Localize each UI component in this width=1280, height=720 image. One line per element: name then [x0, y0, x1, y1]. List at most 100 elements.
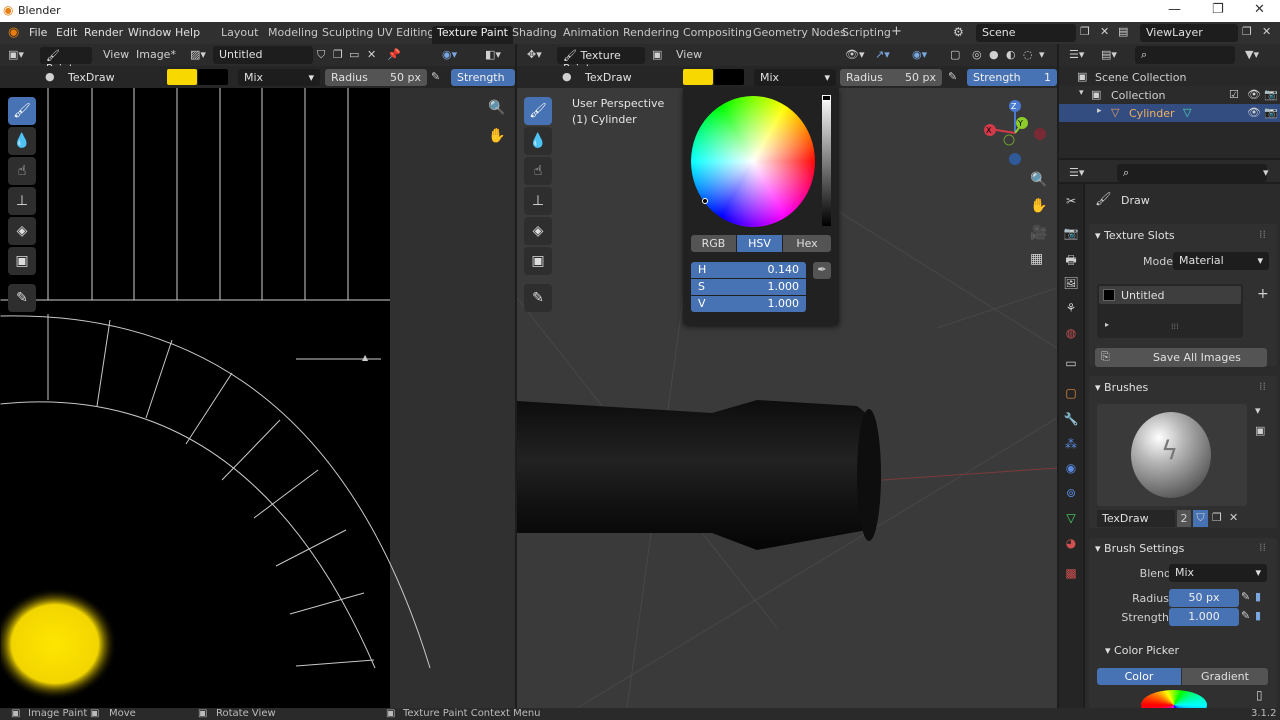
tab-modeling[interactable]: Modeling [268, 26, 318, 44]
fake-user-icon[interactable]: ⛉ [317, 48, 325, 62]
drag-handle-icon[interactable]: ⁞⁞ [1259, 380, 1266, 393]
strength-unit-icon[interactable]: ▮ [1255, 609, 1261, 622]
add-workspace-button[interactable]: + [891, 24, 902, 42]
brush-name-field[interactable]: TexDraw [60, 69, 160, 86]
output-tab-icon[interactable]: 🖶 [1062, 251, 1080, 269]
radius-field[interactable]: Radius 50 px [840, 69, 942, 86]
tool-annotate[interactable]: ✎ [8, 284, 36, 312]
radius-pressure-icon[interactable]: ✎ [948, 70, 957, 83]
tab-compositing[interactable]: Compositing [683, 26, 752, 44]
viewport-mode-dropdown[interactable]: 🖌 Texture Paint ▾ [557, 47, 645, 75]
brush-users-count[interactable]: 2 [1177, 510, 1191, 527]
display-channels-icon[interactable]: ◧▾ [485, 48, 501, 61]
brush-name-field[interactable]: TexDraw [577, 69, 677, 86]
tool-soften[interactable]: 💧 [8, 127, 36, 155]
overlay-icon[interactable]: ◉▾ [912, 48, 927, 61]
menu-file[interactable]: File [29, 26, 47, 39]
menu-help[interactable]: Help [175, 26, 200, 39]
image-name-field[interactable]: Untitled [213, 46, 313, 64]
viewport-canvas[interactable]: User Perspective (1) Cylinder 🖌 💧 ☝ ⊥ ◈ … [517, 88, 1057, 708]
tab-texture-paint[interactable]: Texture Paint [432, 26, 513, 44]
brush-menu-icon[interactable]: ▾ [1255, 404, 1261, 417]
view-layer-tab-icon[interactable]: 🖼 [1062, 276, 1080, 294]
duplicate-brush-icon[interactable]: ❐ [1212, 511, 1222, 524]
strength-field[interactable]: 1.000 [1169, 608, 1239, 626]
fake-user-button[interactable]: ⛉ [1193, 510, 1208, 527]
shading-material-icon[interactable]: ◐ [1006, 48, 1016, 61]
blender-menu-icon[interactable]: ◉ [8, 25, 19, 40]
tab-scripting[interactable]: Scripting [842, 26, 891, 44]
brush-name-field[interactable]: TexDraw [1097, 510, 1175, 527]
brush-preview[interactable]: ϟ [1097, 404, 1247, 506]
physics-tab-icon[interactable]: ◉ [1062, 461, 1080, 479]
tab-sculpting[interactable]: Sculpting [322, 26, 373, 44]
tool-clone[interactable]: ⊥ [524, 187, 552, 215]
camera-icon[interactable]: 📷 [1264, 88, 1278, 101]
eye-icon[interactable]: 👁 [1247, 106, 1261, 119]
zoom-icon[interactable]: 🔍 [488, 100, 505, 116]
object-tab-icon[interactable]: ▢ [1062, 386, 1080, 404]
zoom-icon[interactable]: 🔍 [1030, 172, 1047, 188]
xray-icon[interactable]: ▢ [950, 48, 960, 61]
filter-icon[interactable]: ▼▾ [1245, 48, 1259, 61]
eye-icon[interactable]: 👁 [1247, 88, 1261, 101]
image-browse-icon[interactable]: ▨▾ [190, 48, 206, 61]
radius-pressure-icon[interactable]: ✎ [1241, 590, 1250, 603]
viewlayer-copy-icon[interactable]: ❐ [1242, 25, 1252, 38]
data-tab-icon[interactable]: ▽ [1062, 511, 1080, 529]
tool-tab-icon[interactable]: ✂ [1062, 194, 1080, 212]
brush-preview-icon[interactable]: ● [45, 70, 55, 83]
texture-slot-item[interactable]: Untitled [1099, 286, 1241, 304]
open-image-icon[interactable]: ▭ [349, 48, 359, 61]
scene-copy-icon[interactable]: ❐ [1080, 25, 1090, 38]
strength-pressure-icon[interactable]: ✎ [1241, 609, 1250, 622]
viewlayer-remove-icon[interactable]: ✕ [1262, 25, 1271, 38]
saturation-field[interactable]: S 1.000 [691, 279, 806, 295]
mode-dropdown[interactable]: 🖌 Paint ▾ [40, 47, 92, 75]
outliner-search[interactable]: ⌕ [1135, 46, 1235, 64]
viewlayer-field[interactable]: ViewLayer [1140, 24, 1238, 42]
strength-field[interactable]: Strength [451, 69, 515, 86]
value-field[interactable]: V 1.000 [691, 296, 806, 312]
tab-animation[interactable]: Animation [563, 26, 619, 44]
tool-draw[interactable]: 🖌 [8, 97, 36, 125]
hand-icon[interactable]: ✋ [488, 128, 505, 144]
brush-image-icon[interactable]: ▣ [1255, 424, 1265, 437]
render-tab-icon[interactable]: 📷 [1062, 226, 1080, 244]
editor-type-icon[interactable]: ☰▾ [1069, 166, 1084, 179]
tool-mask[interactable]: ▣ [524, 247, 552, 275]
scene-field[interactable]: Scene [976, 24, 1076, 42]
tab-geometry-nodes[interactable]: Geometry Nodes [753, 26, 846, 44]
tool-fill[interactable]: ◈ [8, 217, 36, 245]
brush-preview-icon[interactable]: ● [562, 70, 572, 83]
menu-view[interactable]: View [676, 48, 702, 61]
resize-handle-icon[interactable]: ⁞⁞⁞ [1171, 322, 1179, 331]
scene-tab-icon[interactable]: ⚘ [1062, 301, 1080, 319]
editor-type-icon[interactable]: ☰▾ [1069, 48, 1084, 61]
outliner-row-collection[interactable]: ▾ ▣ Collection ☑ 👁 📷 [1059, 86, 1280, 104]
save-all-images-button[interactable]: ⎘ Save All Images [1095, 348, 1267, 367]
navigation-gizmo[interactable]: Z Y X [982, 96, 1047, 171]
radius-field[interactable]: 50 px [1169, 589, 1239, 607]
brush-color-swatch[interactable] [683, 69, 713, 85]
particles-tab-icon[interactable]: ⁂ [1062, 437, 1080, 455]
camera-icon[interactable]: 🎥 [1030, 225, 1047, 241]
viewlayer-icon[interactable]: ▤ [1118, 25, 1128, 38]
checkbox-icon[interactable]: ☑ [1229, 88, 1239, 101]
material-tab-icon[interactable]: ◕ [1062, 536, 1080, 554]
outliner-row-scene-collection[interactable]: ▣ Scene Collection [1059, 68, 1280, 86]
properties-search[interactable]: ⌕ [1117, 164, 1267, 182]
hue-field[interactable]: H 0.140 [691, 262, 806, 278]
brush-secondary-swatch[interactable] [198, 69, 228, 85]
eyedropper-button[interactable]: ✒ [813, 262, 831, 279]
menu-window[interactable]: Window [128, 26, 171, 39]
blend-dropdown[interactable]: Mix ▾ [1169, 564, 1267, 582]
gradient-tab[interactable]: Gradient [1182, 668, 1268, 685]
scene-icon[interactable]: ⚙ [953, 25, 964, 39]
expand-icon[interactable]: ▸ [1097, 106, 1102, 116]
restore-button[interactable]: ❐ [1212, 2, 1224, 17]
tool-soften[interactable]: 💧 [524, 127, 552, 155]
drag-handle-icon[interactable]: ⁞⁞ [1259, 541, 1266, 554]
tab-rendering[interactable]: Rendering [623, 26, 679, 44]
camera-icon[interactable]: 📷 [1264, 106, 1278, 119]
